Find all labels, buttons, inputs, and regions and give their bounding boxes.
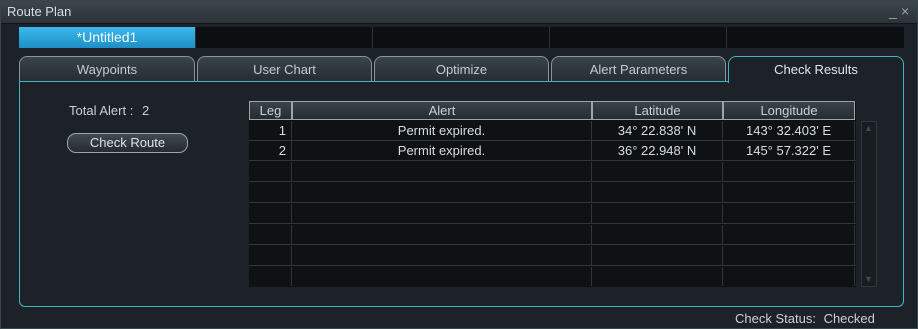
cell-alert bbox=[292, 267, 592, 286]
check-status: Check Status: Checked bbox=[735, 311, 875, 326]
alert-table: Leg Alert Latitude Longitude 1 Permit ex… bbox=[249, 101, 856, 287]
cell-alert bbox=[292, 225, 592, 244]
cell-leg bbox=[249, 267, 292, 286]
column-header-alert[interactable]: Alert bbox=[292, 101, 592, 120]
check-route-button[interactable]: Check Route bbox=[67, 133, 188, 153]
cell-longitude bbox=[723, 267, 855, 286]
file-tab-empty-2[interactable] bbox=[373, 27, 550, 48]
total-alert: Total Alert : 2 bbox=[69, 103, 149, 118]
table-row[interactable] bbox=[249, 246, 856, 266]
tab-check-results[interactable]: Check Results bbox=[728, 56, 904, 83]
tab-waypoints[interactable]: Waypoints bbox=[19, 56, 195, 82]
total-alert-value: 2 bbox=[141, 103, 150, 118]
column-header-longitude[interactable]: Longitude bbox=[723, 101, 855, 120]
cell-leg bbox=[249, 225, 292, 244]
cell-alert bbox=[292, 162, 592, 181]
cell-longitude: 143° 32.403' E bbox=[723, 121, 855, 140]
cell-longitude bbox=[723, 204, 855, 223]
section-tabs: Waypoints User Chart Optimize Alert Para… bbox=[19, 56, 904, 83]
table-row[interactable] bbox=[249, 267, 856, 287]
cell-longitude bbox=[723, 162, 855, 181]
file-tab-empty-3[interactable] bbox=[550, 27, 727, 48]
cell-alert bbox=[292, 246, 592, 265]
cell-alert bbox=[292, 183, 592, 202]
tab-user-chart[interactable]: User Chart bbox=[197, 56, 372, 82]
window-title: Route Plan bbox=[7, 4, 72, 19]
cell-leg bbox=[249, 204, 292, 223]
file-tab-empty-4[interactable] bbox=[727, 27, 904, 48]
cell-latitude: 34° 22.838' N bbox=[592, 121, 723, 140]
cell-latitude bbox=[592, 183, 723, 202]
cell-alert bbox=[292, 204, 592, 223]
table-row[interactable]: 2 Permit expired. 36° 22.948' N 145° 57.… bbox=[249, 141, 856, 161]
total-alert-label: Total Alert : bbox=[69, 103, 134, 118]
cell-latitude bbox=[592, 267, 723, 286]
tab-alert-parameters[interactable]: Alert Parameters bbox=[551, 56, 726, 82]
triangle-up-icon[interactable]: ▲ bbox=[864, 123, 873, 133]
cell-leg: 1 bbox=[249, 121, 292, 140]
cell-latitude: 36° 22.948' N bbox=[592, 141, 723, 160]
cell-latitude bbox=[592, 204, 723, 223]
cell-longitude bbox=[723, 246, 855, 265]
table-row[interactable] bbox=[249, 183, 856, 203]
cell-longitude: 145° 57.322' E bbox=[723, 141, 855, 160]
cell-leg: 2 bbox=[249, 141, 292, 160]
title-bar: Route Plan _ × bbox=[1, 1, 917, 24]
column-header-leg[interactable]: Leg bbox=[249, 101, 292, 120]
cell-latitude bbox=[592, 162, 723, 181]
column-header-latitude[interactable]: Latitude bbox=[592, 101, 723, 120]
cell-leg bbox=[249, 246, 292, 265]
table-scrollbar[interactable]: ▲ ▼ bbox=[861, 121, 877, 287]
file-tab-bar: *Untitled1 bbox=[19, 27, 904, 48]
table-row[interactable]: 1 Permit expired. 34° 22.838' N 143° 32.… bbox=[249, 121, 856, 141]
triangle-down-icon[interactable]: ▼ bbox=[864, 274, 873, 284]
cell-alert: Permit expired. bbox=[292, 121, 592, 140]
check-status-label: Check Status: bbox=[735, 311, 816, 326]
cell-leg bbox=[249, 183, 292, 202]
table-row[interactable] bbox=[249, 204, 856, 224]
cell-longitude bbox=[723, 183, 855, 202]
table-row[interactable] bbox=[249, 225, 856, 245]
cell-latitude bbox=[592, 246, 723, 265]
file-tab-untitled1[interactable]: *Untitled1 bbox=[19, 27, 196, 48]
close-icon[interactable]: × bbox=[901, 3, 909, 19]
cell-leg bbox=[249, 162, 292, 181]
file-tab-empty-1[interactable] bbox=[196, 27, 373, 48]
check-status-value: Checked bbox=[823, 311, 875, 326]
route-plan-window: Route Plan _ × *Untitled1 Waypoints User… bbox=[0, 0, 918, 329]
minimize-icon[interactable]: _ bbox=[889, 3, 897, 19]
table-row[interactable] bbox=[249, 162, 856, 182]
tab-optimize[interactable]: Optimize bbox=[374, 56, 549, 82]
cell-latitude bbox=[592, 225, 723, 244]
cell-longitude bbox=[723, 225, 855, 244]
cell-alert: Permit expired. bbox=[292, 141, 592, 160]
